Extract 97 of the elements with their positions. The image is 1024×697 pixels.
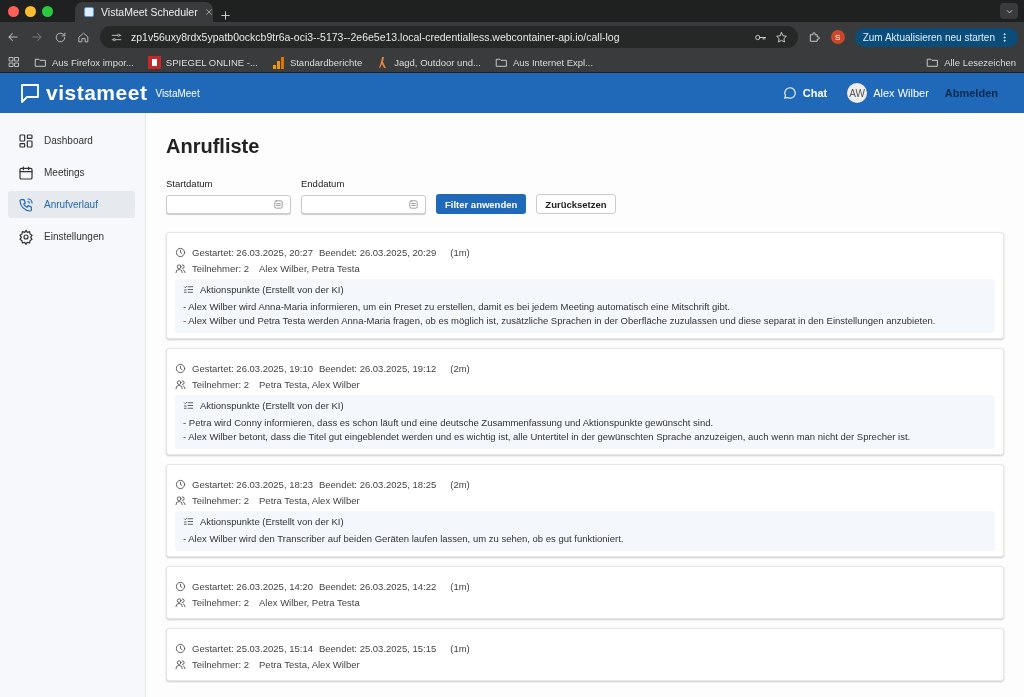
calendar-icon — [408, 199, 419, 210]
star-icon — [774, 30, 788, 44]
checklist-icon — [183, 284, 194, 295]
duration: (2m) — [450, 479, 470, 490]
page-icon — [83, 6, 95, 18]
sidebar-item[interactable]: Einstellungen — [8, 223, 135, 250]
minimize-window-button[interactable] — [25, 5, 36, 17]
url-text: zp1v56uxy8rdx5ypatb0ockcb9tr6a-oci3--5173--2e6e5e13.local-credentialless.webcontainer-api.io/call-log — [131, 31, 621, 43]
news-logo-icon — [147, 55, 161, 69]
checklist-icon — [183, 400, 194, 411]
bookmark[interactable]: Jagd, Outdoor und... — [376, 55, 481, 69]
back-icon — [6, 30, 20, 44]
start-time: Gestartet: 26.03.2025, 14:20 — [192, 581, 313, 592]
bookmark[interactable]: Aus Firefox impor... — [34, 55, 134, 69]
user-name: Alex Wilber — [873, 87, 929, 99]
action-items-title: Aktionspunkte (Erstellt von der KI) — [200, 400, 344, 411]
field-label: Startdatum — [166, 178, 214, 189]
people-icon — [175, 263, 186, 274]
people-icon — [175, 659, 186, 670]
tab-list-button[interactable] — [1000, 3, 1018, 19]
end-time: Beendet: 26.03.2025, 18:25 — [318, 479, 437, 490]
bar-chart-icon — [271, 55, 285, 69]
end-time: Beendet: 25.03.2025, 15:15 — [318, 643, 437, 654]
reset-button[interactable]: Zurücksetzen — [536, 194, 616, 214]
sidebar-item[interactable]: Dashboard — [8, 127, 135, 154]
date-field[interactable] — [301, 195, 426, 214]
action-items-title: Aktionspunkte (Erstellt von der KI) — [200, 284, 344, 295]
action-item: - Alex Wilber wird Anna-Maria informieren, um ein Preset zu erstellen, damit es bei jedem Meeting automatisch eine Mitschrift gibt. — [183, 300, 731, 314]
people-icon — [175, 379, 186, 390]
participant-count: Teilnehmer: 2 — [192, 659, 250, 670]
participant-count: Teilnehmer: 2 — [192, 263, 250, 274]
browser-tab[interactable]: VistaMeet Scheduler — [75, 2, 213, 22]
close-icon — [203, 7, 214, 17]
clock-icon — [175, 479, 186, 490]
end-time: Beendet: 26.03.2025, 19:12 — [318, 363, 437, 374]
start-time: Gestartet: 26.03.2025, 20:27 — [192, 247, 313, 258]
calendar-icon — [18, 164, 34, 181]
maximize-window-button[interactable] — [42, 5, 53, 17]
people-icon — [175, 597, 186, 608]
participant-names: Alex Wilber, Petra Testa — [259, 597, 360, 608]
clock-icon — [175, 581, 186, 592]
home-icon — [77, 30, 90, 44]
chat-icon — [782, 86, 797, 100]
checklist-icon — [183, 516, 194, 527]
participant-names: Petra Testa, Alex Wilber — [259, 659, 360, 670]
all-bookmarks[interactable]: Alle Lesezeichen — [926, 55, 1016, 69]
update-button[interactable]: Zum Aktualisieren neu starten — [854, 27, 1018, 47]
action-item: - Alex Wilber und Petra Testa werden Anna-Maria fragen, ob es möglich ist, zusätzliche Sprachen in der Oberfläche zuzulassen und diese separat in den Einstellungen anzubieten. — [183, 314, 937, 328]
people-icon — [175, 495, 186, 506]
apps-icon — [8, 56, 20, 68]
clock-icon — [175, 643, 186, 654]
start-time: Gestartet: 25.03.2025, 15:14 — [192, 643, 313, 654]
action-item: - Alex Wilber betont, dass die Titel gut eingeblendet werden und es wichtig ist, alle Untertitel in der gewünschten Sprache anzuzeigen, auch wenn man nicht der Sprecher ist. — [183, 430, 912, 444]
bookmark[interactable]: SPIEGEL ONLINE -... — [147, 55, 258, 69]
participant-names: Petra Testa, Alex Wilber — [259, 495, 360, 506]
bookmark[interactable]: Aus Internet Expl... — [494, 55, 594, 69]
clock-icon — [175, 247, 186, 258]
participant-names: Petra Testa, Alex Wilber — [259, 379, 360, 390]
duration: (2m) — [450, 363, 470, 374]
participant-count: Teilnehmer: 2 — [192, 379, 250, 390]
forward-icon — [30, 30, 44, 44]
address-bar[interactable]: zp1v56uxy8rdx5ypatb0ockcb9tr6a-oci3--5173--2e6e5e13.local-credentialless.webcontainer-api.io/call-log — [100, 26, 798, 48]
field-label: Enddatum — [301, 178, 346, 189]
reload-icon — [54, 30, 67, 44]
logo-text: vistameet — [46, 81, 148, 105]
settings-icon — [18, 228, 34, 245]
phone-icon — [18, 196, 34, 213]
page-title: Anrufliste — [166, 135, 261, 158]
puzzle-icon — [807, 30, 821, 44]
duration: (1m) — [450, 247, 470, 258]
sidebar-item[interactable]: Meetings — [8, 159, 135, 186]
action-item: - Alex Wilber wird den Transcriber auf beiden Geräten laufen lassen, um zu sehen, ob es gut funktioniert. — [183, 532, 625, 546]
start-time: Gestartet: 26.03.2025, 18:23 — [192, 479, 313, 490]
end-time: Beendet: 26.03.2025, 14:22 — [318, 581, 437, 592]
dashboard-icon — [18, 132, 34, 149]
participant-count: Teilnehmer: 2 — [192, 597, 250, 608]
action-item: - Petra wird Conny informieren, dass es schon läuft und eine deutsche Zusammenfassung und Aktionspunkte gewünscht sind. — [183, 416, 715, 430]
bookmark[interactable]: Standardberichte — [271, 55, 363, 69]
date-field[interactable] — [166, 195, 291, 214]
participant-names: Alex Wilber, Petra Testa — [259, 263, 360, 274]
chat-button[interactable]: Chat — [782, 86, 828, 100]
start-time: Gestartet: 26.03.2025, 19:10 — [192, 363, 313, 374]
sidebar-item[interactable]: Anrufverlauf — [8, 191, 135, 218]
clock-icon — [175, 363, 186, 374]
close-window-button[interactable] — [8, 5, 19, 17]
apply-filter-button[interactable]: Filter anwenden — [436, 194, 527, 214]
action-items-title: Aktionspunkte (Erstellt von der KI) — [200, 516, 344, 527]
brand-name: VistaMeet — [155, 87, 200, 99]
end-time: Beendet: 26.03.2025, 20:29 — [318, 247, 437, 258]
new-tab-icon — [219, 9, 232, 22]
speech-bubble-icon — [18, 81, 42, 105]
profile-avatar[interactable]: S — [830, 30, 845, 44]
participant-count: Teilnehmer: 2 — [192, 495, 250, 506]
user-avatar: AW — [847, 83, 868, 103]
duration: (1m) — [450, 581, 470, 592]
calendar-icon — [273, 199, 284, 210]
duration: (1m) — [450, 643, 470, 654]
